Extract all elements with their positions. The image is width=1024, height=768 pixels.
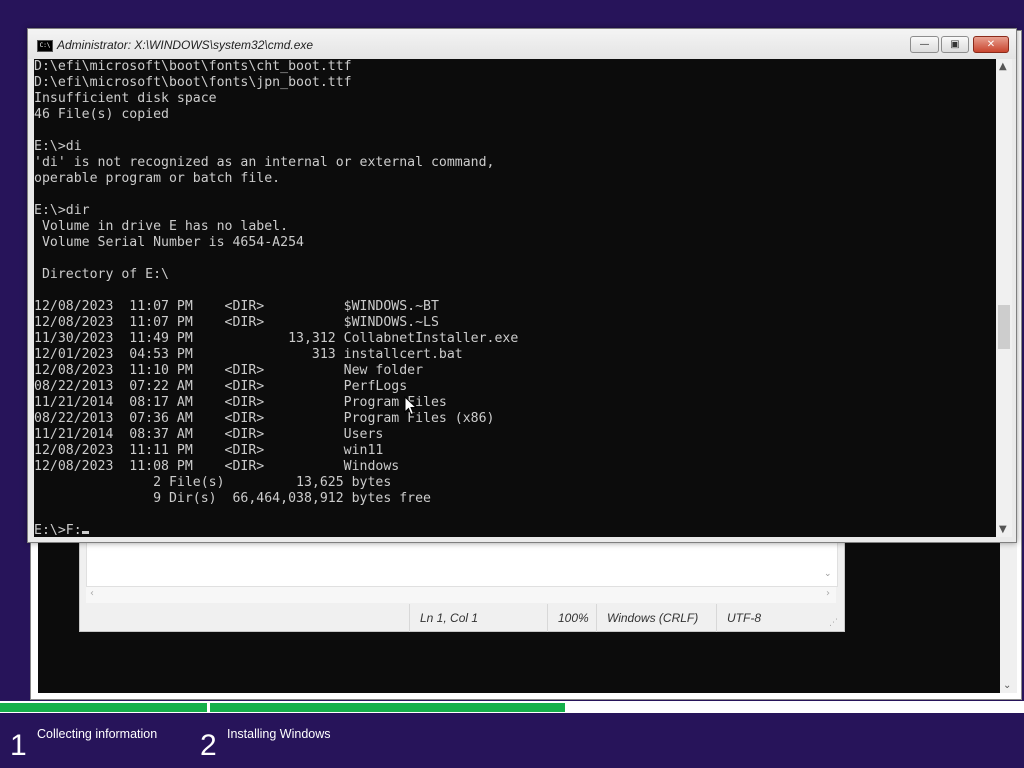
notepad-window: ⌄ ‹ › Ln 1, Col 1 100% Windows (CRLF) UT… xyxy=(79,540,845,632)
notepad-horizontal-scrollbar[interactable]: ‹ › xyxy=(86,587,836,603)
console-text: D:\efi\microsoft\boot\fonts\cht_boot.ttf… xyxy=(34,59,996,537)
close-icon: ✕ xyxy=(986,39,996,50)
console-line: D:\efi\microsoft\boot\fonts\cht_boot.ttf xyxy=(34,59,352,74)
cmd-window: C:\ Administrator: X:\WINDOWS\system32\c… xyxy=(27,28,1017,543)
notepad-status-bar: Ln 1, Col 1 100% Windows (CRLF) UTF-8 ⋰ xyxy=(80,604,844,632)
console-line: 12/08/2023 11:07 PM <DIR> $WINDOWS.~BT xyxy=(34,299,439,314)
console-line: 12/08/2023 11:10 PM <DIR> New folder xyxy=(34,363,424,378)
console-line: 12/08/2023 11:11 PM <DIR> win11 xyxy=(34,443,384,458)
step-number: 1 xyxy=(10,729,27,762)
maximize-button[interactable]: ▣ xyxy=(941,36,969,53)
console-line: E:\>dir xyxy=(34,203,90,218)
chevron-left-icon[interactable]: ‹ xyxy=(90,588,94,599)
text-cursor xyxy=(81,531,89,534)
console-output[interactable]: D:\efi\microsoft\boot\fonts\cht_boot.ttf… xyxy=(34,59,996,537)
status-zoom: 100% xyxy=(547,604,596,632)
console-line: Insufficient disk space xyxy=(34,91,217,106)
status-encoding: UTF-8 xyxy=(716,604,816,632)
minimize-button[interactable]: — xyxy=(910,36,939,53)
close-button[interactable]: ✕ xyxy=(973,36,1009,53)
console-line: E:\>di xyxy=(34,139,82,154)
step-label: Collecting information xyxy=(37,727,158,741)
cmd-title-bar[interactable]: C:\ Administrator: X:\WINDOWS\system32\c… xyxy=(28,29,1016,59)
step-number: 2 xyxy=(200,729,217,762)
console-line: 11/21/2014 08:17 AM <DIR> Program Files xyxy=(34,395,447,410)
console-line: Volume Serial Number is 4654-A254 xyxy=(34,235,304,250)
mouse-pointer-icon xyxy=(404,396,418,416)
maximize-icon: ▣ xyxy=(950,39,960,50)
console-line: 2 File(s) 13,625 bytes xyxy=(34,475,392,490)
command-prompt[interactable]: E:\>F: xyxy=(34,523,82,537)
console-line: 08/22/2013 07:36 AM <DIR> Program Files … xyxy=(34,411,495,426)
setup-vertical-scrollbar[interactable]: ⌄ xyxy=(1000,538,1017,693)
console-line: 46 File(s) copied xyxy=(34,107,169,122)
scroll-up-icon[interactable]: ▲ xyxy=(999,61,1007,72)
progress-bar-installing-windows xyxy=(210,703,565,712)
status-line-endings: Windows (CRLF) xyxy=(596,604,716,632)
status-cursor-position: Ln 1, Col 1 xyxy=(409,604,549,632)
console-line: 12/01/2023 04:53 PM 313 installcert.bat xyxy=(34,347,463,362)
window-title: Administrator: X:\WINDOWS\system32\cmd.e… xyxy=(57,38,314,52)
scrollbar-thumb[interactable] xyxy=(998,305,1010,349)
resize-grip-icon[interactable]: ⋰ xyxy=(829,618,838,628)
notepad-text-area[interactable] xyxy=(86,541,838,587)
console-line: 12/08/2023 11:07 PM <DIR> $WINDOWS.~LS xyxy=(34,315,439,330)
console-line: Volume in drive E has no label. xyxy=(34,219,289,234)
console-line: Directory of E:\ xyxy=(34,267,169,282)
console-line: D:\efi\microsoft\boot\fonts\jpn_boot.ttf xyxy=(34,75,352,90)
console-line: 11/21/2014 08:37 AM <DIR> Users xyxy=(34,427,384,442)
progress-bar-collecting-information xyxy=(0,703,207,712)
chevron-down-icon[interactable]: ⌄ xyxy=(1003,680,1011,691)
scroll-down-icon[interactable]: ▼ xyxy=(999,524,1007,535)
chevron-right-icon[interactable]: › xyxy=(826,588,830,599)
console-line: operable program or batch file. xyxy=(34,171,281,186)
cmd-icon[interactable]: C:\ xyxy=(37,40,53,52)
setup-steps-footer: 1 Collecting information 2 Installing Wi… xyxy=(0,713,1024,768)
minimize-icon: — xyxy=(919,39,930,50)
console-line: 'di' is not recognized as an internal or… xyxy=(34,155,495,170)
console-line: 12/08/2023 11:08 PM <DIR> Windows xyxy=(34,459,400,474)
chevron-down-icon[interactable]: ⌄ xyxy=(824,569,832,579)
console-line: 08/22/2013 07:22 AM <DIR> PerfLogs xyxy=(34,379,408,394)
step-label: Installing Windows xyxy=(227,727,331,741)
console-line: 9 Dir(s) 66,464,038,912 bytes free xyxy=(34,491,431,506)
console-vertical-scrollbar[interactable]: ▲ ▼ xyxy=(996,59,1012,537)
console-line: 11/30/2023 11:49 PM 13,312 CollabnetInst… xyxy=(34,331,519,346)
